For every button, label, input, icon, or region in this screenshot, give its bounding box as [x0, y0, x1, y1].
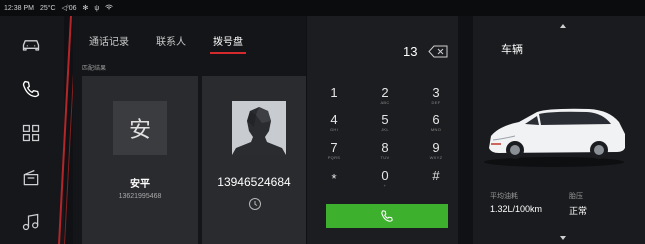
fuel-consumption-label: 平均油耗 [490, 193, 518, 200]
dial-key-hash[interactable]: # [421, 169, 451, 183]
match-results-label: 匹配结果 [82, 66, 107, 72]
sidebar-item-radio[interactable] [16, 163, 46, 193]
contacts-panel: 通话记录 联系人 拨号盘 匹配结果 安 安平 13621995468 13946… [73, 16, 306, 244]
contact-number: 13621995468 [118, 193, 162, 200]
key-digit: 5 [381, 112, 389, 127]
dial-key-1[interactable]: 1 [319, 86, 349, 100]
tab-dialpad[interactable]: 拨号盘 [210, 33, 246, 54]
key-digit: 6 [432, 112, 440, 127]
dial-key-star[interactable]: * [319, 172, 349, 186]
avatar-photo [232, 101, 286, 155]
key-digit: 3 [432, 85, 440, 100]
tire-pressure-label: 胎压 [569, 193, 583, 200]
contact-card[interactable]: 13946524684 [202, 76, 306, 244]
key-digit: 7 [330, 140, 338, 155]
dial-key-7[interactable]: 7 PQRS [319, 141, 349, 161]
key-digit: * [331, 171, 337, 186]
sidebar-item-phone[interactable] [16, 74, 46, 104]
clock-icon [248, 197, 262, 211]
contact-card[interactable]: 安 安平 13621995468 [82, 76, 198, 244]
key-letters: DEF [431, 100, 441, 105]
key-letters: PQRS [327, 155, 341, 160]
key-digit: # [432, 168, 440, 183]
key-digit: 4 [330, 112, 338, 127]
dial-key-9[interactable]: 9 WXYZ [421, 141, 451, 161]
sidebar [0, 16, 64, 244]
bluetooth-icon: ✻ [82, 5, 89, 12]
person-silhouette-icon [232, 101, 286, 155]
contact-tabs: 通话记录 联系人 拨号盘 [89, 33, 246, 54]
apps-grid-icon [22, 124, 40, 142]
key-digit: 8 [381, 140, 389, 155]
vehicle-panel: 车辆 平均油耗 1.32L/100km 胎压 正常 [473, 16, 645, 244]
key-digit: 1 [330, 85, 338, 100]
backspace-button[interactable] [428, 45, 448, 58]
phone-icon [381, 210, 393, 222]
vehicle-title: 车辆 [501, 44, 523, 56]
key-letters: TUV [380, 155, 390, 160]
dial-input-display: 13 [403, 44, 418, 59]
sidebar-item-music[interactable] [16, 207, 46, 237]
tab-call-log[interactable]: 通话记录 [89, 33, 129, 54]
dial-key-5[interactable]: 5 JKL [370, 113, 400, 133]
clock-time: 12:38 PM [4, 4, 34, 12]
dial-key-2[interactable]: 2 ABC [370, 86, 400, 106]
dial-key-4[interactable]: 4 GHI [319, 113, 349, 133]
status-bar: 12:38 PM 25°C ◁⁾06 ✻ ψ [0, 0, 645, 16]
fuel-consumption-value: 1.32L/100km [490, 204, 543, 214]
wifi-icon [105, 4, 114, 13]
key-digit: 9 [432, 140, 440, 155]
backspace-icon [428, 45, 448, 58]
sidebar-item-apps[interactable] [16, 118, 46, 148]
key-letters: GHI [329, 127, 338, 132]
volume-indicator: ◁⁾06 [61, 5, 77, 12]
tire-pressure-value: 正常 [569, 206, 588, 216]
key-digit: 0 [381, 168, 389, 183]
key-letters: WXYZ [429, 155, 443, 160]
dialed-number-title: 13946524684 [217, 175, 291, 189]
dialpad: 13 1 2 ABC 3 DEF 4 GHI 5 JKL 6 MNO 7 PQRS 8 TUV… [307, 16, 458, 244]
key-letters: ABC [380, 100, 390, 105]
usb-icon: ψ [94, 4, 100, 12]
sidebar-item-car[interactable] [16, 30, 46, 60]
car-image [484, 108, 625, 167]
key-digit: 2 [381, 85, 389, 100]
dial-key-0[interactable]: 0 + [370, 169, 400, 189]
contact-name: 安平 [130, 179, 150, 190]
key-letters: JKL [381, 127, 389, 132]
call-button[interactable] [326, 204, 448, 228]
scroll-up-icon[interactable] [560, 24, 566, 28]
temperature: 25°C [39, 4, 56, 12]
key-letters: + [383, 183, 387, 188]
key-letters: MNO [430, 127, 442, 132]
music-icon [22, 213, 39, 231]
phone-icon [22, 80, 40, 98]
scroll-down-icon[interactable] [560, 236, 566, 240]
avatar: 安 [113, 101, 167, 155]
radio-icon [23, 169, 39, 186]
tab-contacts[interactable]: 联系人 [156, 33, 186, 54]
dial-key-8[interactable]: 8 TUV [370, 141, 400, 161]
dial-key-3[interactable]: 3 DEF [421, 86, 451, 106]
dial-key-6[interactable]: 6 MNO [421, 113, 451, 133]
car-icon [22, 40, 40, 51]
